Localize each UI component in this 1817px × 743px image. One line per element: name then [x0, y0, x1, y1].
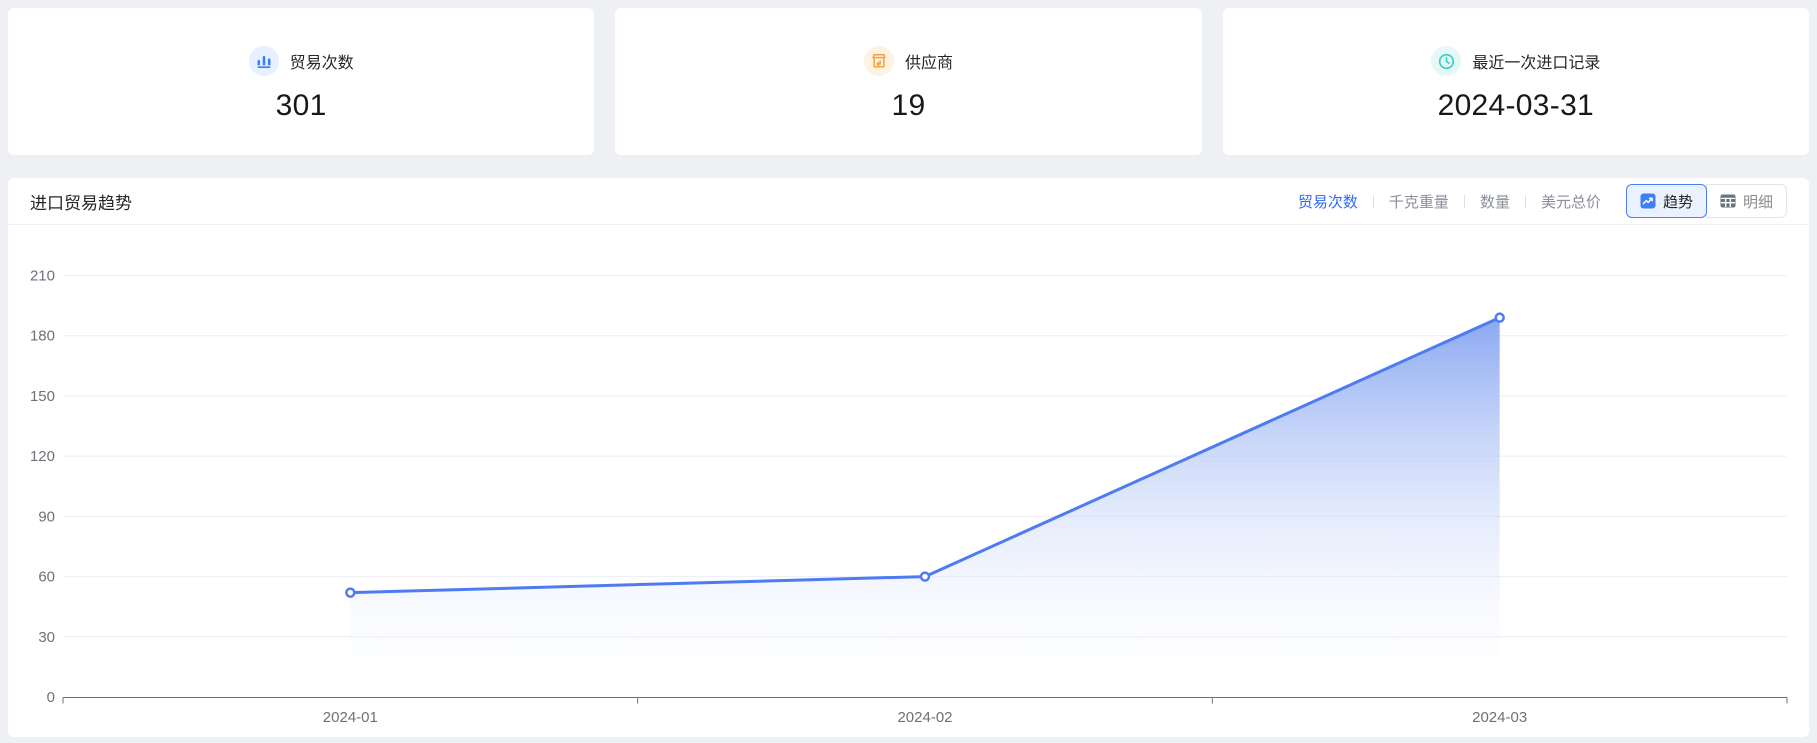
y-axis-label: 120 [30, 448, 55, 465]
panel-controls: 贸易次数 千克重量 数量 美元总价 趋势 [1298, 184, 1787, 218]
table-icon [1720, 193, 1736, 209]
data-point[interactable] [346, 589, 354, 597]
metric-tabs: 贸易次数 千克重量 数量 美元总价 [1298, 191, 1601, 212]
x-axis-label: 2024-01 [323, 709, 378, 726]
tab-divider [1525, 195, 1526, 208]
detail-view-button[interactable]: 明细 [1706, 184, 1787, 218]
stat-value: 301 [276, 89, 327, 123]
y-axis-label: 90 [38, 508, 55, 525]
shop-icon [864, 46, 894, 76]
stat-card-last-import: 最近一次进口记录 2024-03-31 [1223, 8, 1809, 155]
metric-tab-trade-count[interactable]: 贸易次数 [1298, 191, 1358, 212]
trend-area-chart: 0 30 60 90 120 150 180 210 2024-01 2024-02 2024-03 [8, 225, 1809, 737]
metric-tab-quantity[interactable]: 数量 [1480, 191, 1510, 212]
tab-divider [1464, 195, 1465, 208]
stat-value: 2024-03-31 [1438, 89, 1594, 123]
stat-value: 19 [892, 89, 926, 123]
view-button-label: 趋势 [1663, 191, 1693, 212]
view-toggle-group: 趋势 明细 [1626, 184, 1787, 218]
series-area [350, 318, 1499, 697]
stats-row: 贸易次数 301 供应商 19 [8, 8, 1809, 155]
stat-card-suppliers: 供应商 19 [615, 8, 1201, 155]
metric-tab-kg-weight[interactable]: 千克重量 [1389, 191, 1449, 212]
data-point[interactable] [1496, 314, 1504, 322]
x-axis-label: 2024-02 [897, 709, 952, 726]
y-axis-label: 150 [30, 388, 55, 405]
y-axis-label: 210 [30, 268, 55, 285]
stat-card-header: 供应商 [864, 46, 953, 76]
stat-label: 贸易次数 [290, 49, 354, 73]
y-axis-label: 30 [38, 629, 55, 646]
stat-label: 供应商 [905, 49, 953, 73]
stat-card-trade-count: 贸易次数 301 [8, 8, 594, 155]
stat-card-header: 最近一次进口记录 [1431, 46, 1600, 76]
metric-tab-usd-total[interactable]: 美元总价 [1541, 191, 1601, 212]
y-axis-label: 0 [47, 689, 55, 706]
trend-view-button[interactable]: 趋势 [1626, 184, 1707, 218]
data-point[interactable] [921, 573, 929, 581]
import-trend-panel: 进口贸易趋势 贸易次数 千克重量 数量 美元总价 [8, 178, 1809, 737]
trend-chart-icon [1640, 193, 1656, 209]
tab-divider [1373, 195, 1374, 208]
stat-card-header: 贸易次数 [249, 46, 354, 76]
x-axis-label: 2024-03 [1472, 709, 1527, 726]
y-axis-label: 180 [30, 328, 55, 345]
view-button-label: 明细 [1743, 191, 1773, 212]
bar-chart-icon [249, 46, 279, 76]
y-axis-label: 60 [38, 569, 55, 586]
clock-icon [1431, 46, 1461, 76]
panel-title: 进口贸易趋势 [30, 189, 132, 214]
trend-chart-container: 0 30 60 90 120 150 180 210 2024-01 2024-02 2024-03 [8, 225, 1809, 737]
stat-label: 最近一次进口记录 [1472, 49, 1600, 73]
trend-panel-header: 进口贸易趋势 贸易次数 千克重量 数量 美元总价 [8, 178, 1809, 225]
